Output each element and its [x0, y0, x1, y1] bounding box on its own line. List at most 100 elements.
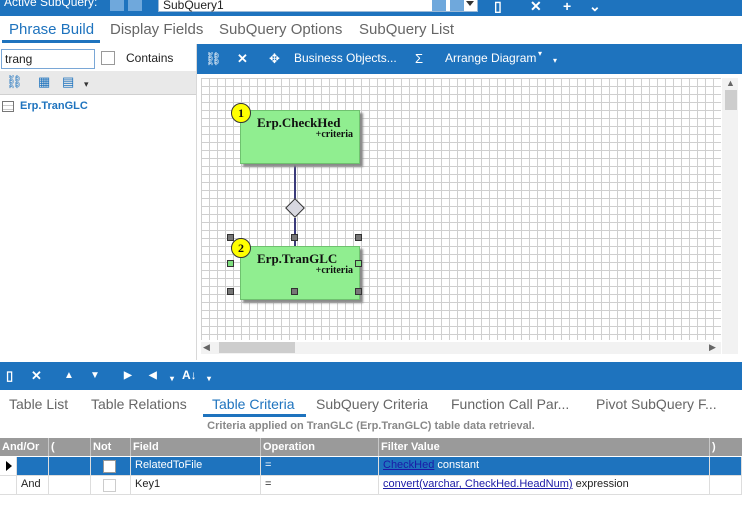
not-cell[interactable]	[91, 476, 131, 495]
diagram-table-checkhed[interactable]: Erp.CheckHed +criteria	[240, 110, 360, 164]
delete-icon[interactable]: ✕	[31, 368, 42, 384]
table-icon[interactable]: ▦	[38, 74, 50, 90]
resize-handle[interactable]	[355, 260, 362, 267]
sort-az-icon[interactable]: A↓	[182, 368, 197, 382]
chevron-down-icon[interactable]: ▾	[207, 374, 211, 383]
resize-handle[interactable]	[355, 288, 362, 295]
resize-handle[interactable]	[291, 288, 298, 295]
and-or-cell[interactable]	[17, 457, 49, 476]
chevron-down-icon[interactable]: ⌄	[589, 0, 601, 15]
main-tabs: Phrase Build Display Fields SubQuery Opt…	[0, 16, 742, 44]
filter-value-cell[interactable]: convert(varchar, CheckHed.HeadNum) expre…	[379, 476, 710, 495]
relation-line	[294, 218, 296, 246]
new-subquery-icon[interactable]: ▯	[494, 0, 502, 15]
add-icon[interactable]: +	[563, 0, 571, 14]
table-criteria-label[interactable]: +criteria	[316, 265, 353, 276]
column-header[interactable]: Operation	[261, 438, 379, 456]
sigma-icon[interactable]: Σ	[415, 51, 423, 66]
indent-left-icon[interactable]: ◀	[149, 370, 157, 381]
contains-checkbox[interactable]	[101, 51, 115, 65]
chevron-down-icon	[466, 1, 474, 6]
tab-display-fields[interactable]: Display Fields	[110, 21, 203, 38]
active-tab-underline	[203, 414, 306, 417]
chevron-down-icon[interactable]: ▾	[170, 374, 174, 383]
indent-right-icon[interactable]: ▶	[124, 370, 132, 381]
subquery-select[interactable]: SubQuery1	[158, 0, 478, 12]
operation-cell[interactable]: =	[261, 457, 379, 476]
operation-cell[interactable]: =	[261, 476, 379, 495]
scroll-right-icon[interactable]: ▶	[709, 342, 716, 353]
tab-table-criteria[interactable]: Table Criteria	[212, 396, 294, 412]
table-search-input[interactable]: trang	[1, 49, 95, 69]
table-row[interactable]: And Key1 = convert(varchar, CheckHed.Hea…	[0, 476, 742, 495]
criteria-toolbar: ▯ ✕ ▲ ▼ ▶ ◀ ▾ A↓ ▾	[0, 362, 742, 390]
tab-table-relations[interactable]: Table Relations	[91, 396, 187, 412]
close-paren-cell[interactable]	[710, 476, 742, 495]
resize-handle[interactable]	[227, 288, 234, 295]
open-paren-cell[interactable]	[49, 476, 91, 495]
scroll-thumb[interactable]	[219, 342, 295, 353]
move-down-icon[interactable]: ▼	[90, 370, 100, 381]
table-row[interactable]: RelatedToFile = CheckHed constant	[0, 457, 742, 476]
tab-function-call-params[interactable]: Function Call Par...	[451, 396, 569, 412]
column-header[interactable]: Filter Value	[379, 438, 710, 456]
diagram-table-tranglc[interactable]: Erp.TranGLC +criteria	[240, 246, 360, 300]
column-header[interactable]: (	[49, 438, 91, 456]
filter-value-type: expression	[575, 478, 629, 490]
tab-pivot-subquery[interactable]: Pivot SubQuery F...	[596, 396, 717, 412]
next-subquery-button[interactable]	[432, 0, 446, 11]
link-icon[interactable]: ⛓	[205, 51, 222, 67]
business-objects-button[interactable]: Business Objects...	[294, 51, 397, 65]
link-icon[interactable]: ⛓	[6, 74, 23, 90]
not-checkbox[interactable]	[103, 479, 116, 492]
field-cell[interactable]: RelatedToFile	[131, 457, 261, 476]
resize-handle[interactable]	[227, 234, 234, 241]
row-indicator	[0, 476, 17, 495]
tree-item-table[interactable]: Erp.TranGLC	[20, 100, 88, 112]
column-header[interactable]: Field	[131, 438, 261, 456]
grid-header: And/Or ( Not Field Operation Filter Valu…	[0, 438, 742, 456]
resize-handle[interactable]	[355, 234, 362, 241]
column-header[interactable]: Not	[91, 438, 131, 456]
row-indicator	[0, 457, 17, 476]
filter-value-link[interactable]: convert(varchar, CheckHed.HeadNum)	[383, 478, 573, 490]
scroll-thumb[interactable]	[725, 90, 737, 110]
scroll-up-icon[interactable]: ▲	[726, 78, 735, 88]
column-header[interactable]: And/Or	[0, 438, 49, 456]
vertical-scrollbar[interactable]: ▲	[722, 78, 738, 354]
tab-table-list[interactable]: Table List	[9, 396, 68, 412]
column-header[interactable]: )	[710, 438, 742, 456]
horizontal-scrollbar[interactable]: ◀ ▶	[201, 342, 721, 354]
chevron-down-icon: ▾	[538, 49, 543, 58]
filter-value-link[interactable]: CheckHed	[383, 459, 434, 471]
move-up-icon[interactable]: ▲	[64, 370, 74, 381]
chevron-down-icon[interactable]: ▾	[84, 79, 89, 90]
filter-value-cell[interactable]: CheckHed constant	[379, 457, 710, 476]
and-or-cell[interactable]: And	[17, 476, 49, 495]
tab-subquery-options[interactable]: SubQuery Options	[219, 21, 342, 38]
first-subquery-button[interactable]	[110, 0, 124, 11]
delete-icon[interactable]: ✕	[237, 51, 248, 67]
tab-subquery-criteria[interactable]: SubQuery Criteria	[316, 396, 428, 412]
prev-subquery-button[interactable]	[128, 0, 142, 11]
resize-handle[interactable]	[291, 234, 298, 241]
not-cell[interactable]	[91, 457, 131, 476]
last-subquery-button[interactable]	[450, 0, 464, 11]
not-checkbox[interactable]	[103, 460, 116, 473]
new-icon[interactable]: ▯	[6, 368, 13, 384]
field-cell[interactable]: Key1	[131, 476, 261, 495]
move-icon[interactable]: ✥	[269, 51, 280, 67]
table-settings-icon[interactable]: ▤	[62, 74, 74, 90]
delete-subquery-icon[interactable]: ✕	[530, 0, 542, 15]
arrange-diagram-button[interactable]: Arrange Diagram	[445, 51, 536, 65]
chevron-down-icon[interactable]: ▾	[553, 56, 557, 65]
active-tab-underline	[2, 40, 100, 43]
open-paren-cell[interactable]	[49, 457, 91, 476]
tab-subquery-list[interactable]: SubQuery List	[359, 21, 454, 38]
scroll-left-icon[interactable]: ◀	[203, 342, 210, 353]
resize-handle[interactable]	[227, 260, 234, 267]
close-paren-cell[interactable]	[710, 457, 742, 476]
tab-phrase-build[interactable]: Phrase Build	[9, 21, 94, 38]
table-criteria-label[interactable]: +criteria	[316, 129, 353, 140]
table-search-panel: trang Contains ⛓ ▦ ▤ ▾ Erp.TranGLC	[0, 44, 196, 360]
